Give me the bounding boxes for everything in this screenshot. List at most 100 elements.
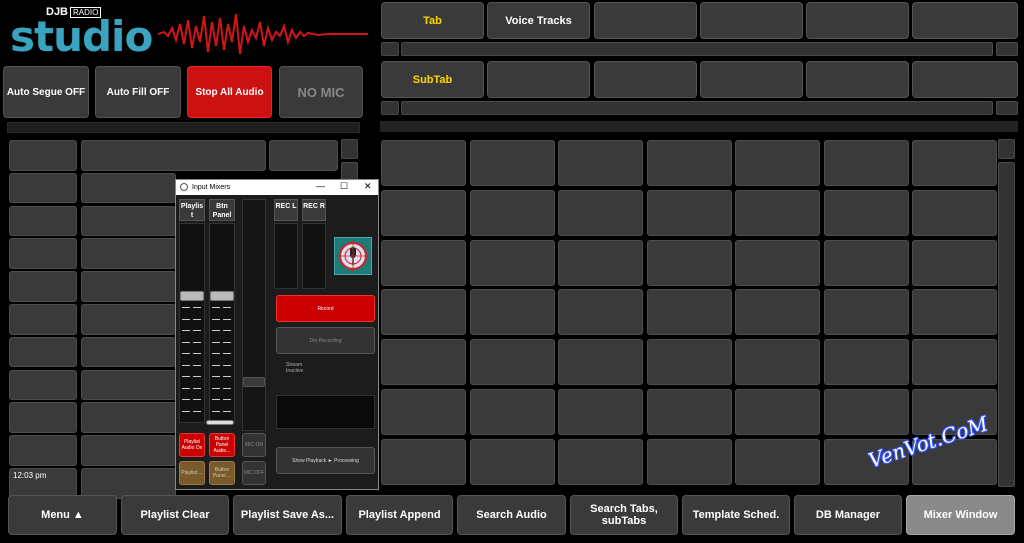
subtab-main[interactable]: SubTab [381, 61, 484, 98]
panel-button[interactable] [646, 140, 732, 186]
mic-on-button[interactable]: MIC ON [242, 433, 266, 457]
tab-empty-3[interactable] [594, 2, 697, 39]
playlist-cell[interactable] [81, 271, 176, 302]
panel-button[interactable] [735, 339, 820, 386]
playlist-cell[interactable] [81, 304, 176, 335]
btn-panel-brown-button[interactable]: Button Panel ... [209, 461, 235, 485]
panel-button[interactable] [735, 189, 820, 236]
search-tabs-button[interactable]: Search Tabs, subTabs [570, 495, 678, 535]
auto-segue-button[interactable]: Auto Segue OFF [3, 66, 89, 118]
search-audio-button[interactable]: Search Audio [457, 495, 566, 535]
playlist-cell[interactable] [81, 369, 176, 401]
panel-button[interactable] [912, 339, 997, 386]
playlist-cell[interactable] [269, 140, 338, 171]
panel-button[interactable] [646, 339, 732, 386]
panel-button[interactable] [469, 339, 555, 386]
panel-button[interactable] [735, 289, 820, 336]
panel-button[interactable] [912, 140, 997, 186]
panel-scrollbar[interactable] [998, 162, 1015, 487]
panel-button[interactable] [823, 140, 909, 186]
db-manager-button[interactable]: DB Manager [794, 495, 902, 535]
panel-button[interactable] [735, 239, 820, 286]
playlist-cell[interactable] [81, 402, 176, 433]
panel-button[interactable] [381, 239, 466, 286]
panel-button[interactable] [823, 289, 909, 336]
playlist-cell[interactable] [81, 238, 176, 269]
playlist-scroll-up[interactable] [341, 139, 358, 159]
subtab-scroll-right[interactable] [996, 101, 1018, 115]
panel-button[interactable] [912, 189, 997, 236]
subtab-scroll-left[interactable] [381, 101, 399, 115]
show-playback-button[interactable]: Show Playback ► Processing [276, 447, 375, 474]
playlist-clear-button[interactable]: Playlist Clear [121, 495, 229, 535]
close-icon[interactable]: ✕ [364, 181, 372, 192]
playlist-cell[interactable] [81, 172, 176, 204]
playlist-cell[interactable] [81, 205, 176, 237]
playlist-save-as-button[interactable]: Playlist Save As... [233, 495, 342, 535]
subtab-scrollbar[interactable] [401, 101, 993, 115]
panel-button[interactable] [735, 438, 820, 485]
panel-button[interactable] [823, 389, 909, 435]
panel-button[interactable] [558, 389, 643, 435]
panel-button[interactable] [735, 389, 820, 435]
panel-button[interactable] [558, 189, 643, 236]
playlist-cell[interactable] [9, 172, 77, 204]
panel-button[interactable] [823, 339, 909, 386]
panel-button[interactable] [381, 140, 466, 186]
playlist-cell[interactable] [81, 435, 176, 466]
playlist-cell[interactable] [81, 468, 176, 499]
playlist-append-button[interactable]: Playlist Append [346, 495, 453, 535]
playlist-cell[interactable] [9, 238, 77, 269]
playlist-fader-knob[interactable] [180, 291, 204, 301]
microphone-icon[interactable] [334, 237, 372, 275]
subtab-empty-3[interactable] [594, 61, 697, 98]
tab-scroll-left[interactable] [381, 42, 399, 56]
panel-button[interactable] [823, 239, 909, 286]
playlist-fader-track[interactable] [179, 223, 205, 423]
auto-fill-button[interactable]: Auto Fill OFF [95, 66, 181, 118]
template-sched-button[interactable]: Template Sched. [682, 495, 790, 535]
balance-slider[interactable] [206, 420, 234, 425]
panel-scroll-up[interactable] [998, 139, 1015, 159]
panel-button[interactable] [646, 239, 732, 286]
panel-button[interactable] [381, 339, 466, 386]
panel-button[interactable] [823, 189, 909, 236]
panel-button[interactable] [469, 140, 555, 186]
minimize-icon[interactable]: — [316, 181, 325, 191]
master-fader-knob[interactable] [243, 377, 265, 387]
panel-button[interactable] [381, 189, 466, 236]
panel-button[interactable] [469, 389, 555, 435]
mixer-window-button[interactable]: Mixer Window [906, 495, 1015, 535]
panel-button[interactable] [469, 189, 555, 236]
panel-button[interactable] [558, 438, 643, 485]
panel-button[interactable] [381, 389, 466, 435]
dm-recording-button[interactable]: Dm Recording [276, 327, 375, 354]
btn-panel-audio-button[interactable]: Button Panel Audio... [209, 433, 235, 457]
playlist-cell[interactable] [9, 304, 77, 335]
panel-button[interactable] [469, 438, 555, 485]
tab-voice-tracks[interactable]: Voice Tracks [487, 2, 590, 39]
subtab-empty-6[interactable] [912, 61, 1018, 98]
btn-panel-fader-knob[interactable] [210, 291, 234, 301]
playlist-brown-button[interactable]: Playlist ... [179, 461, 205, 485]
panel-button[interactable] [558, 289, 643, 336]
panel-button[interactable] [558, 140, 643, 186]
panel-button[interactable] [646, 438, 732, 485]
record-button[interactable]: Record [276, 295, 375, 322]
tab-empty-4[interactable] [700, 2, 803, 39]
panel-button[interactable] [381, 438, 466, 485]
no-mic-button[interactable]: NO MIC [279, 66, 363, 118]
subtab-empty-2[interactable] [487, 61, 590, 98]
panel-button[interactable] [912, 289, 997, 336]
panel-button[interactable] [646, 189, 732, 236]
playlist-cell[interactable] [9, 205, 77, 237]
panel-button[interactable] [558, 339, 643, 386]
panel-button[interactable] [381, 289, 466, 336]
tab-empty-5[interactable] [806, 2, 909, 39]
playlist-cell[interactable] [9, 369, 77, 401]
btn-panel-fader-track[interactable] [209, 223, 235, 423]
playlist-cell[interactable] [9, 336, 77, 368]
playlist-cell[interactable] [81, 336, 176, 368]
stop-all-audio-button[interactable]: Stop All Audio [187, 66, 272, 118]
subtab-empty-4[interactable] [700, 61, 803, 98]
